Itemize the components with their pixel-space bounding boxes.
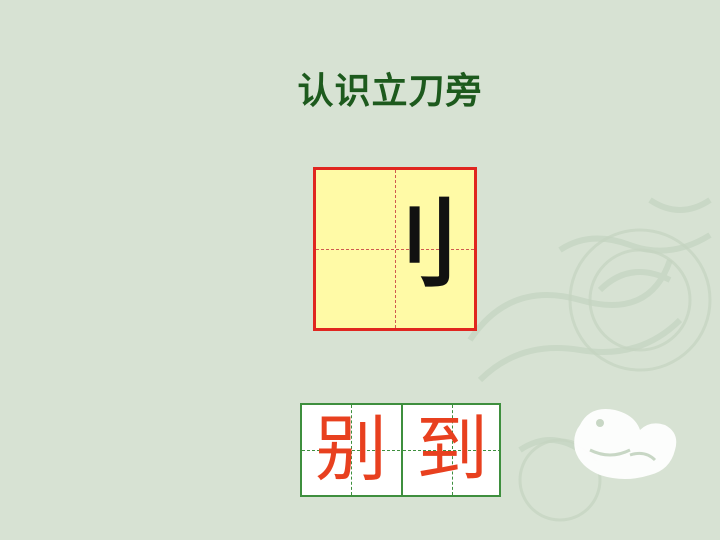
page-title: 认识立刀旁: [297, 71, 483, 112]
word-cell: 到: [401, 405, 501, 495]
example-character: 别: [314, 407, 387, 491]
example-character: 到: [415, 407, 488, 491]
dragon-emblem-icon: [574, 409, 677, 479]
word-cell: 别: [302, 405, 400, 495]
radical-practice-box: 刂: [313, 167, 477, 331]
radical-character: 刂: [363, 189, 459, 301]
example-word-grid: 别 到: [300, 403, 501, 497]
